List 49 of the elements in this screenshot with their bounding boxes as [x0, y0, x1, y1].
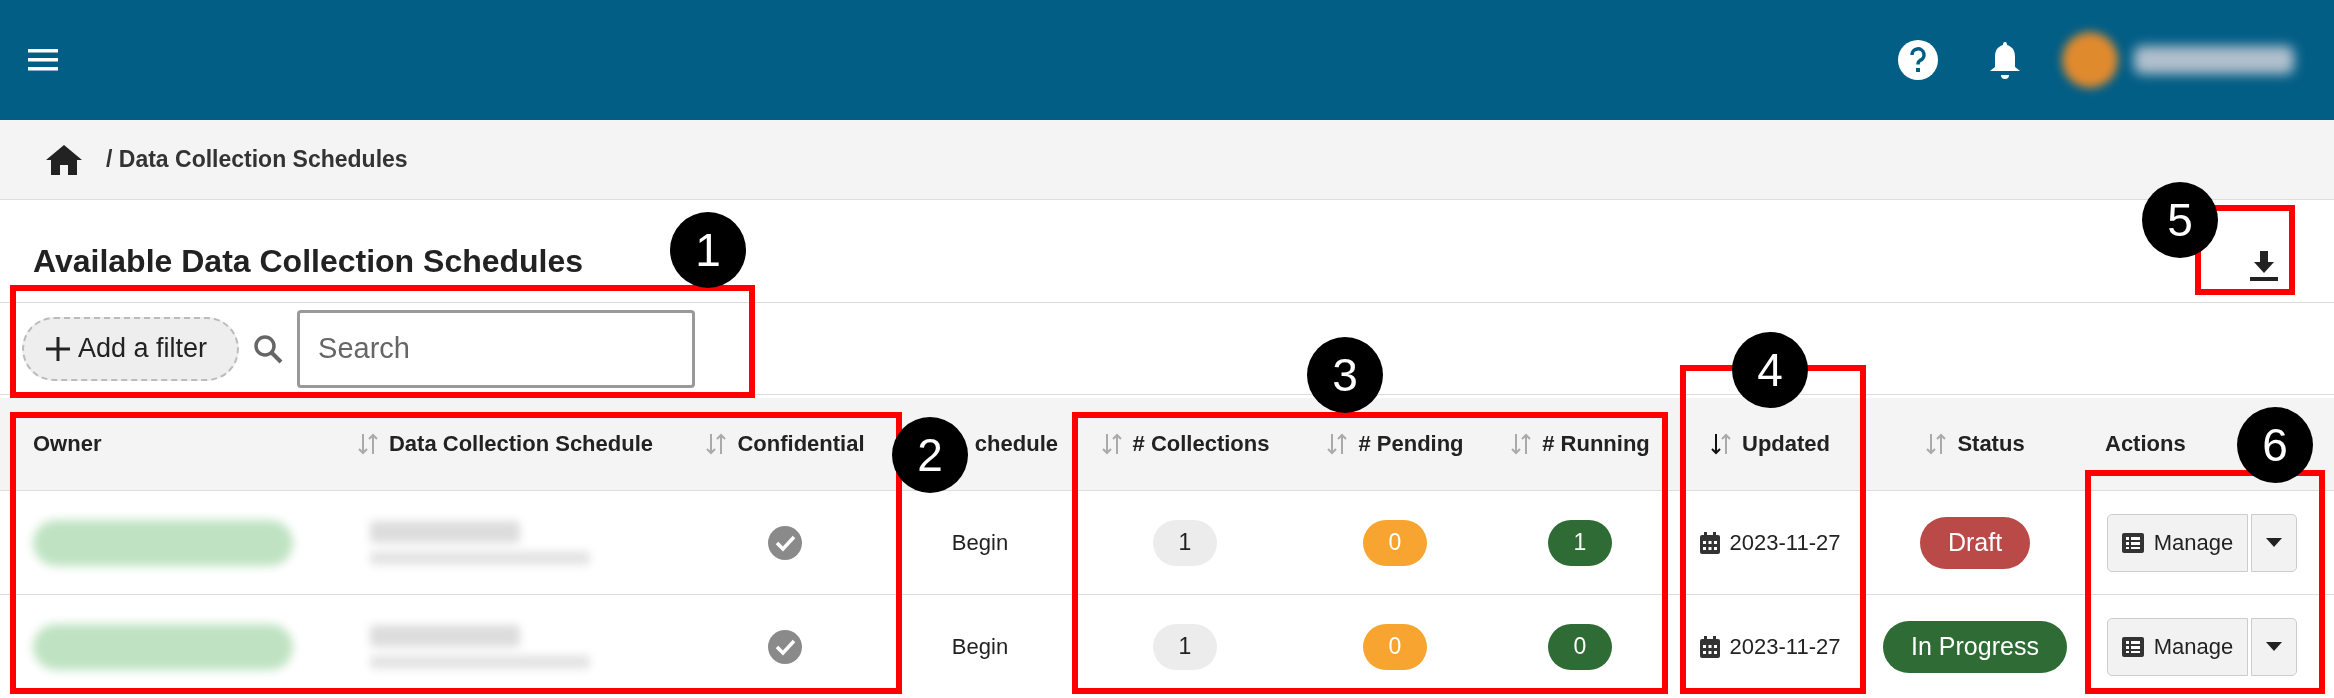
notification-bell-icon[interactable] — [1988, 40, 2022, 80]
plus-icon — [46, 336, 70, 361]
status-badge: In Progress — [1883, 620, 2067, 673]
callout-number: 1 — [670, 212, 746, 288]
callout-number: 4 — [1732, 332, 1808, 408]
manage-button[interactable]: Manage — [2106, 513, 2249, 572]
column-header[interactable]: # Collections — [1132, 431, 1270, 457]
breadcrumb-text: / Data Collection Schedules — [106, 146, 408, 173]
column-header[interactable]: Updated — [1742, 431, 1830, 457]
schedule-text: Begin — [951, 529, 1009, 556]
date-text: 2023-11-27 — [1729, 529, 1841, 556]
date-text: 2023-11-27 — [1729, 633, 1841, 660]
calendar-icon — [1699, 531, 1720, 554]
avatar[interactable] — [2062, 32, 2118, 88]
callout-number: 5 — [2142, 182, 2218, 258]
column-header[interactable]: Confidential — [737, 431, 865, 457]
search-field[interactable]: Search — [297, 309, 696, 388]
caret-icon — [2266, 642, 2283, 651]
download-icon — [2250, 251, 2278, 281]
column-header[interactable]: Status — [1957, 431, 2025, 457]
count-badge: 1 — [1153, 519, 1217, 566]
dropdown-button[interactable] — [2251, 617, 2298, 676]
status-badge: Draft — [1919, 516, 2031, 569]
list-icon — [2121, 532, 2144, 553]
count-badge: 0 — [1548, 623, 1612, 670]
calendar-icon — [1699, 635, 1720, 658]
list-icon — [2121, 636, 2144, 657]
column-header[interactable]: # Pending — [1358, 431, 1464, 457]
count-badge: 0 — [1363, 623, 1427, 670]
sort-icon[interactable] — [1710, 432, 1732, 456]
column-header: chedule — [974, 431, 1058, 457]
caret-icon — [2266, 538, 2283, 547]
search-icon — [253, 333, 284, 364]
menu-icon[interactable] — [28, 49, 58, 71]
count-badge: 0 — [1363, 519, 1427, 566]
help-icon[interactable] — [1898, 40, 1938, 80]
column-header: Actions — [2105, 431, 2186, 457]
column-header[interactable]: # Running — [1542, 431, 1650, 457]
add-filter-button[interactable]: Add a filter — [22, 316, 240, 381]
page-title: Available Data Collection Schedules — [33, 242, 584, 280]
count-badge: 1 — [1548, 519, 1612, 566]
column-header: Owner — [33, 431, 102, 457]
callout-number: 3 — [1307, 337, 1383, 413]
home-icon[interactable] — [46, 144, 82, 175]
column-header[interactable]: Data Collection Schedule — [388, 431, 654, 457]
manage-button[interactable]: Manage — [2106, 617, 2249, 676]
schedule-text: Begin — [951, 633, 1009, 660]
count-badge: 1 — [1153, 623, 1217, 670]
dropdown-button[interactable] — [2251, 513, 2298, 572]
